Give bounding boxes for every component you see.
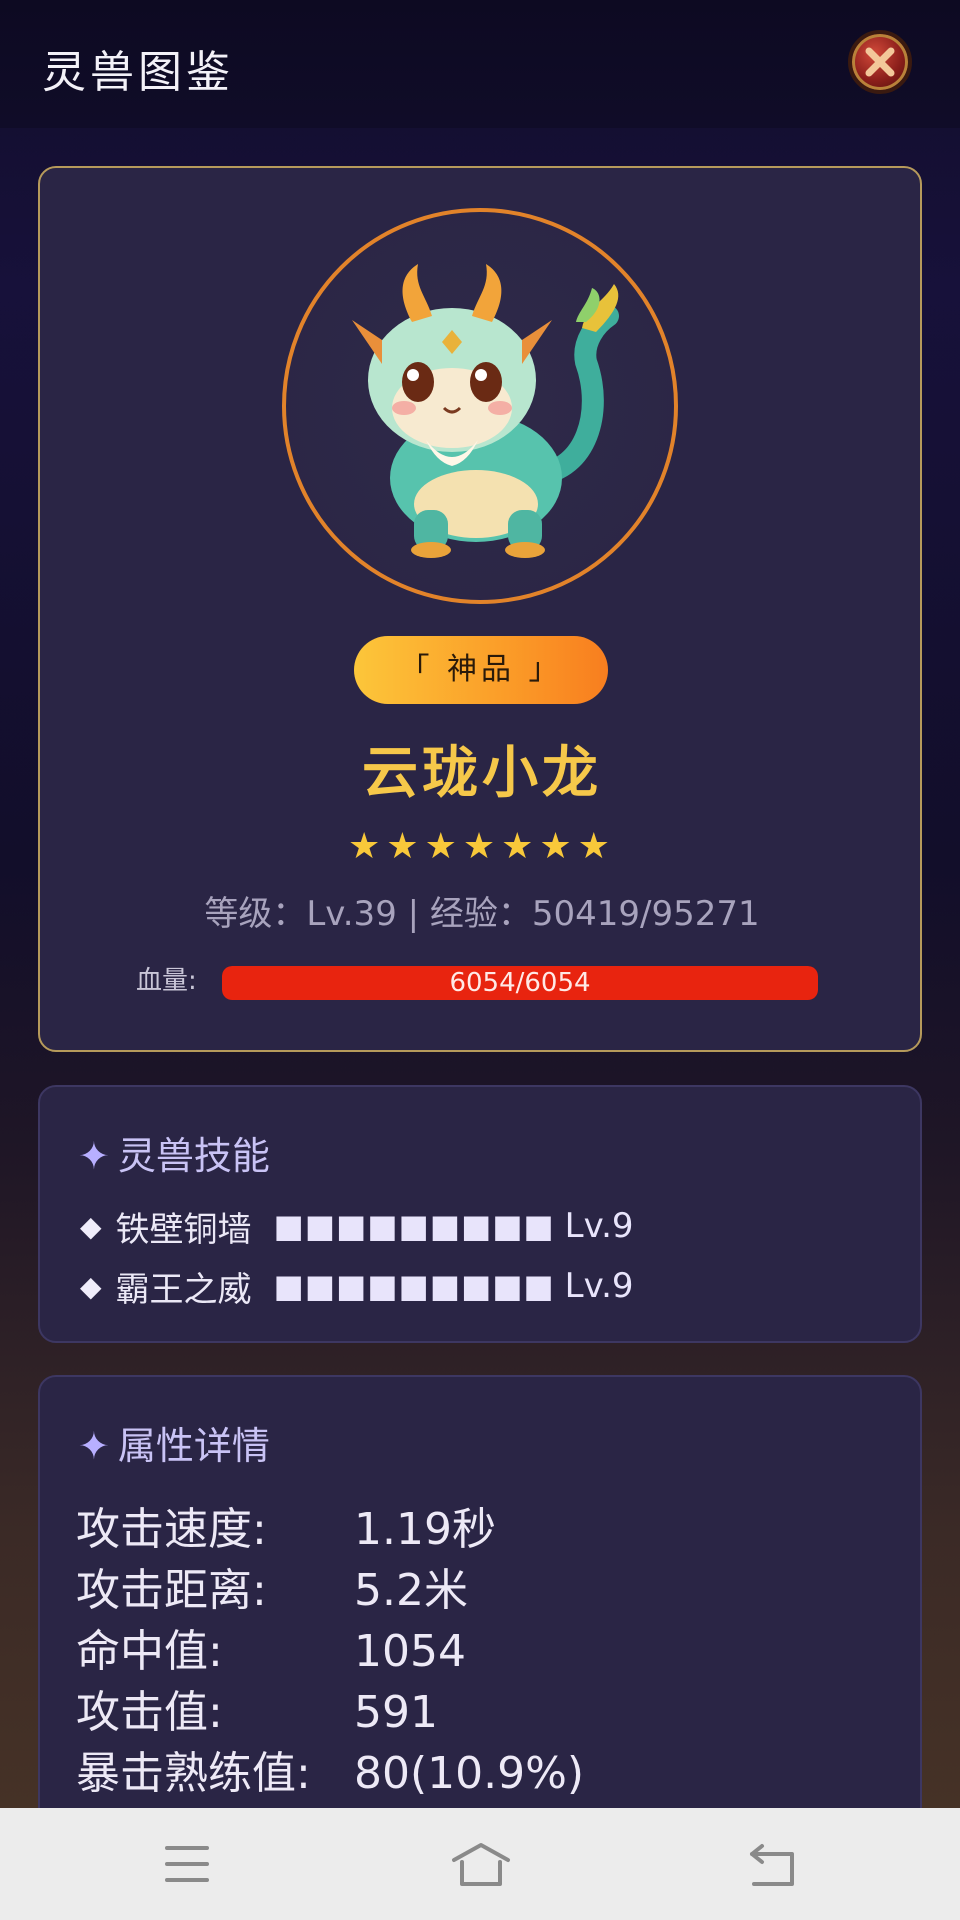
skill-row[interactable]: ◆ 霸王之威 ■■■■■■■■■ Lv.9 xyxy=(80,1261,634,1311)
skill-name: 铁壁铜墙 xyxy=(115,1209,252,1250)
star-rating: ★★★★★★★ xyxy=(348,826,616,867)
attribute-key: 命中值: xyxy=(76,1626,223,1677)
beast-name: 云珑小龙 xyxy=(362,741,602,806)
skills-section-title: ✦ 灵兽技能 xyxy=(78,1125,270,1180)
level-exp-text: 等级：Lv.39 | 经验：50419/95271 xyxy=(204,894,760,934)
attribute-row: 攻击距离: 5.2米 xyxy=(76,1554,468,1618)
system-navigation-bar xyxy=(0,1808,960,1920)
home-button[interactable] xyxy=(450,1842,512,1892)
skill-level: Lv.9 xyxy=(564,1266,634,1306)
attribute-key: 攻击距离: xyxy=(76,1565,267,1616)
attribute-key: 攻击值: xyxy=(76,1687,223,1738)
attribute-row: 暴击熟练值: 80(10.9%) xyxy=(76,1737,584,1801)
skill-name: 霸王之威 xyxy=(115,1269,252,1310)
attribute-value: 80(10.9%) xyxy=(354,1748,585,1799)
attribute-key: 暴击熟练值: xyxy=(76,1748,311,1799)
top-header: 灵兽图鉴 xyxy=(0,0,960,128)
menu-button[interactable] xyxy=(164,1842,210,1890)
attribute-row: 攻击值: 591 xyxy=(76,1676,438,1740)
page-title: 灵兽图鉴 xyxy=(42,47,234,98)
hp-label: 血量: xyxy=(136,966,197,996)
skill-level-blocks: ■■■■■■■■■ xyxy=(273,1207,555,1245)
sparkle-icon: ✦ xyxy=(78,1424,110,1468)
skills-card: ✦ 灵兽技能 ◆ 铁壁铜墙 ■■■■■■■■■ Lv.9 ◆ 霸王之威 ■■■■■… xyxy=(38,1085,922,1343)
home-icon xyxy=(452,1843,510,1886)
sparkle-icon: ✦ xyxy=(78,1134,110,1178)
back-icon xyxy=(750,1844,794,1886)
attribute-value: 591 xyxy=(354,1687,438,1738)
hp-value: 6054/6054 xyxy=(449,968,591,998)
attribute-key: 攻击速度: xyxy=(76,1504,267,1555)
diamond-bullet-icon: ◆ xyxy=(80,1209,102,1243)
attribute-row: 命中值: 1054 xyxy=(76,1615,466,1679)
attributes-section-title: ✦ 属性详情 xyxy=(78,1415,270,1470)
menu-icon xyxy=(165,1846,209,1882)
close-button[interactable] xyxy=(848,30,912,94)
back-button[interactable] xyxy=(748,1842,796,1892)
beast-portrait xyxy=(282,208,678,604)
close-icon xyxy=(865,47,895,77)
attribute-row: 攻击速度: 1.19秒 xyxy=(76,1493,496,1557)
skill-level-blocks: ■■■■■■■■■ xyxy=(273,1267,555,1305)
attribute-value: 1054 xyxy=(354,1626,466,1677)
dragon-portrait-icon xyxy=(352,264,619,558)
rarity-badge: 「 神品 」 xyxy=(354,636,608,704)
diamond-bullet-icon: ◆ xyxy=(80,1269,102,1303)
attribute-value: 1.19秒 xyxy=(354,1504,496,1555)
skill-row[interactable]: ◆ 铁壁铜墙 ■■■■■■■■■ Lv.9 xyxy=(80,1201,634,1251)
attribute-value: 5.2米 xyxy=(354,1565,468,1616)
attributes-title-text: 属性详情 xyxy=(117,1424,270,1468)
beast-info-card: 「 神品 」 云珑小龙 ★★★★★★★ 等级：Lv.39 | 经验：50419/… xyxy=(38,166,922,1052)
skills-title-text: 灵兽技能 xyxy=(117,1134,270,1178)
skill-level: Lv.9 xyxy=(564,1206,634,1246)
